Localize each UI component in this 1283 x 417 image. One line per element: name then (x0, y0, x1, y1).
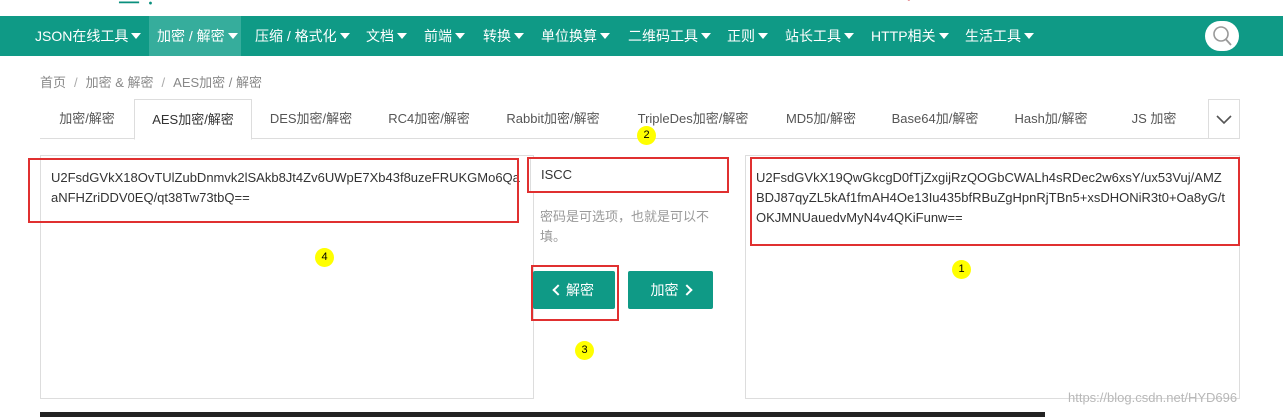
caret-down-icon (938, 33, 949, 39)
breadcrumb-category-link[interactable]: 加密 & 解密 (86, 75, 154, 90)
highlight-box-result (28, 158, 519, 223)
nav-item-webmaster[interactable]: 站长工具 (777, 16, 860, 56)
caret-down-icon (514, 33, 524, 39)
main-navbar: JSON在线工具 加密 / 解密 压缩 / 格式化 文档 前端 转换 单位换算 … (0, 16, 1283, 56)
nav-item-frontend[interactable]: 前端 (416, 16, 471, 56)
highlight-box-decrypt (531, 265, 619, 321)
caret-down-icon (227, 33, 238, 39)
nav-item-json-tools[interactable]: JSON在线工具 (27, 16, 147, 56)
caret-down-icon (339, 33, 350, 39)
nav-item-regex[interactable]: 正则 (719, 16, 774, 56)
breadcrumb-separator: / (161, 75, 166, 90)
search-button[interactable] (1205, 21, 1239, 51)
tab-aes[interactable]: AES加密/解密 (134, 99, 252, 140)
caret-down-icon (131, 33, 142, 39)
bottom-bar (40, 412, 1045, 417)
nav-item-qrcode[interactable]: 二维码工具 (620, 16, 717, 56)
highlight-box-ciphertext (750, 157, 1240, 246)
step-marker: 2 (637, 126, 656, 145)
breadcrumb-separator: / (74, 75, 78, 90)
chevron-right-icon (680, 284, 693, 296)
breadcrumb-current: AES加密 / 解密 (173, 75, 263, 90)
tab-rc4[interactable]: RC4加密/解密 (370, 99, 488, 139)
nav-item-life-tools[interactable]: 生活工具 (957, 16, 1040, 56)
encrypt-button[interactable]: 加密 (628, 271, 713, 309)
tab-js-encrypt[interactable]: JS 加密 (1106, 99, 1202, 139)
caret-down-icon (758, 33, 768, 39)
search-icon (1213, 26, 1232, 46)
chevron-down-icon (1216, 115, 1232, 125)
watermark: https://blog.csdn.net/HYD696 (1068, 390, 1238, 405)
tab-hash[interactable]: Hash加/解密 (996, 99, 1106, 139)
caret-down-icon (844, 33, 854, 39)
breadcrumb-home-link[interactable]: 首页 (40, 75, 66, 90)
caret-down-icon (1024, 33, 1034, 39)
tabs-more-button[interactable] (1208, 99, 1240, 139)
nav-item-encrypt-decrypt[interactable]: 加密 / 解密 (149, 16, 241, 56)
tab-base64[interactable]: Base64加/解密 (874, 99, 996, 139)
caret-down-icon (701, 33, 711, 39)
banner-text-fragment: · (700, 0, 707, 11)
tab-rabbit[interactable]: Rabbit加密/解密 (488, 99, 618, 139)
tab-des[interactable]: DES加密/解密 (252, 99, 370, 139)
step-marker: 1 (952, 260, 971, 279)
nav-item-http[interactable]: HTTP相关 (863, 16, 955, 56)
breadcrumb: 首页 / 加密 & 解密 / AES加密 / 解密 (40, 72, 262, 91)
caret-down-icon (397, 33, 407, 39)
tab-md5[interactable]: MD5加/解密 (768, 99, 874, 139)
caret-down-icon (455, 33, 465, 39)
step-marker: 3 (575, 341, 594, 360)
banner-text-fragment: · (905, 0, 913, 12)
highlight-box-password (527, 157, 729, 193)
nav-item-docs[interactable]: 文档 (358, 16, 413, 56)
nav-item-convert[interactable]: 转换 (475, 16, 530, 56)
password-hint: 密码是可选项，也就是可以不填。 (540, 209, 710, 244)
step-marker: 4 (315, 248, 334, 267)
banner-text-fragment: 一 · (118, 0, 154, 16)
tab-encrypt-decrypt[interactable]: 加密/解密 (40, 99, 134, 139)
nav-item-compress-format[interactable]: 压缩 / 格式化 (247, 16, 356, 56)
page: 一 · · · JSON在线工具 加密 / 解密 压缩 / 格式化 文档 前端 … (0, 0, 1283, 417)
nav-item-unit-convert[interactable]: 单位换算 (533, 16, 616, 56)
caret-down-icon (600, 33, 610, 39)
header-banner-fragment: 一 · · · (0, 0, 1283, 16)
